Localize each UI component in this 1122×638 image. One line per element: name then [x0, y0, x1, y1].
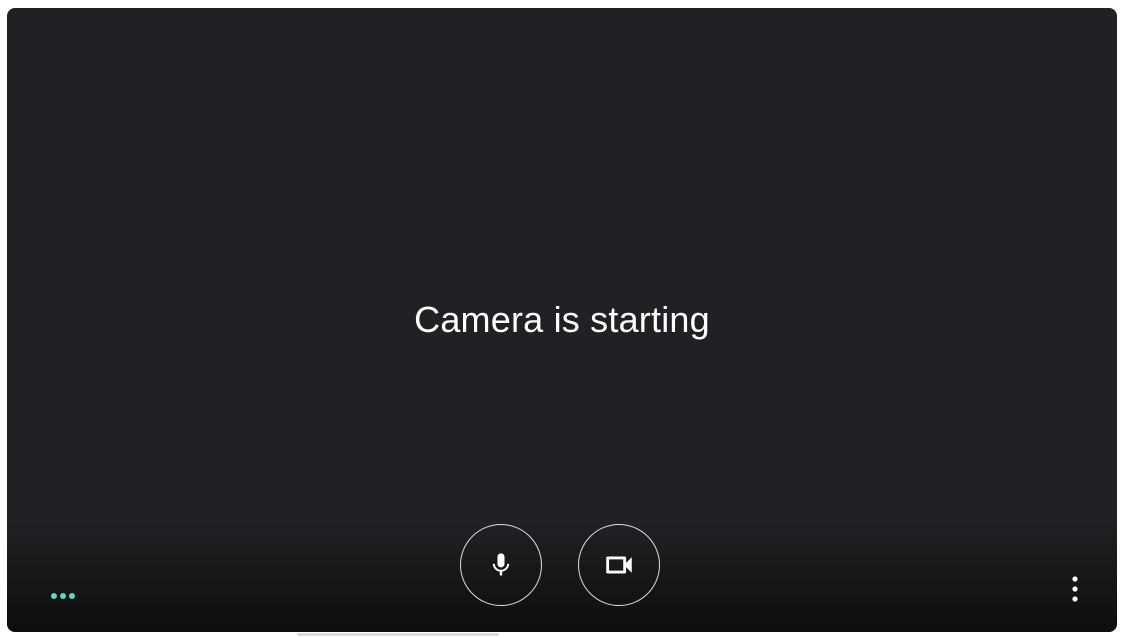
- more-vertical-icon: [1072, 575, 1078, 605]
- media-controls: [460, 524, 660, 606]
- video-preview: Camera is starting: [7, 8, 1117, 632]
- more-options-button[interactable]: [1055, 570, 1095, 610]
- dot: [51, 593, 57, 599]
- dot: [69, 593, 75, 599]
- video-camera-icon: [602, 548, 636, 582]
- microphone-button[interactable]: [460, 524, 542, 606]
- microphone-icon: [487, 549, 515, 581]
- camera-button[interactable]: [578, 524, 660, 606]
- dot: [60, 593, 66, 599]
- camera-status-text: Camera is starting: [414, 299, 710, 340]
- scrollbar-thumb[interactable]: [297, 633, 499, 636]
- loading-dots-icon: [51, 593, 75, 599]
